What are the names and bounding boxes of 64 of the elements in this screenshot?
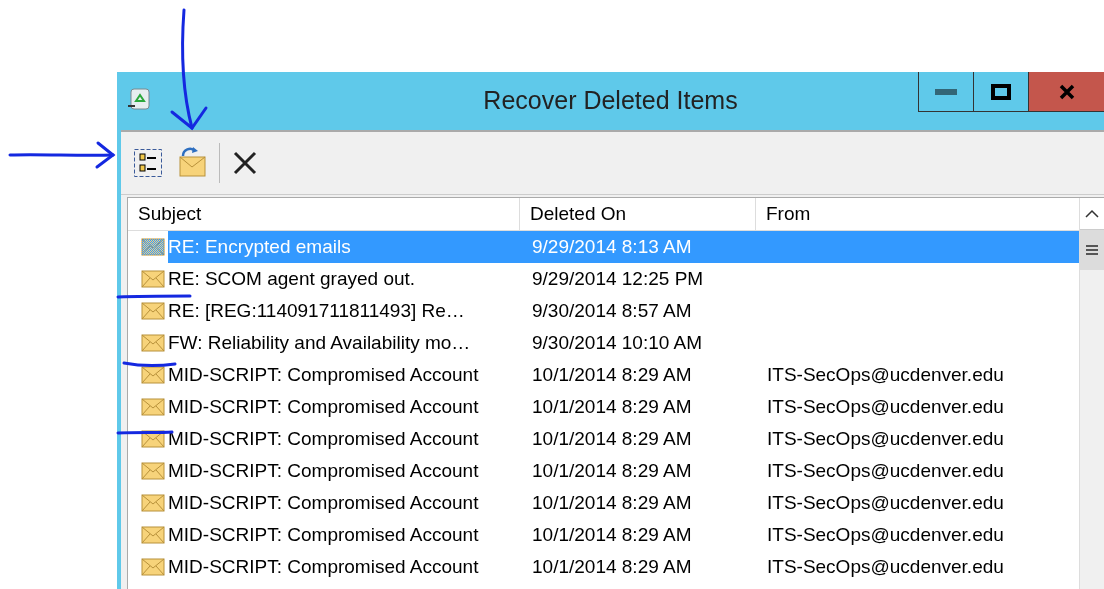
date-cell-text: 10/1/2014 8:29 AM: [531, 396, 693, 418]
envelope-icon: [141, 237, 165, 257]
date-cell-text: 10/1/2014 8:29 AM: [531, 524, 693, 546]
grip-icon: [1085, 244, 1099, 256]
subject-cell-text: RE: SCOM agent grayed out.: [168, 268, 417, 290]
close-icon: [1058, 83, 1075, 100]
subject-cell-text: RE: Encrypted emails: [168, 236, 352, 258]
date-cell-text: 9/30/2014 8:57 AM: [531, 300, 693, 322]
subject-cell-text: MID-SCRIPT: Compromised Account: [168, 524, 480, 546]
selection-highlight[interactable]: RE: SCOM agent grayed out. 9/29/2014 12:25 PM: [168, 263, 1080, 295]
envelope-icon: [141, 493, 165, 513]
sender-cell: ITS-SecOps@ucdenver.edu: [767, 556, 1004, 578]
date-cell-text: 10/1/2014 8:29 AM: [531, 492, 693, 514]
envelope-icon: [141, 269, 165, 289]
subject-cell-text: MID-SCRIPT: Compromised Account: [168, 460, 480, 482]
select-all-button[interactable]: [131, 146, 165, 180]
envelope-icon: [141, 301, 165, 321]
date-cell-text: 9/30/2014 10:10 AM: [531, 332, 704, 354]
subject-cell-text: MID-SCRIPT: Compromised Account: [168, 492, 480, 514]
subject-cell-text: MID-SCRIPT: Compromised Account: [168, 428, 480, 450]
date-cell-text: 9/29/2014 8:13 AM: [531, 236, 693, 258]
underline-mark: [122, 361, 177, 367]
envelope-icon: [141, 525, 165, 545]
selection-highlight[interactable]: RE: [REG:114091711811493] Re… 9/30/2014 8:57 AM: [168, 295, 1080, 327]
envelope-icon: [141, 557, 165, 577]
selection-highlight[interactable]: FW: Reliability and Availability mo… 9/30/2014 10:10 AM: [168, 327, 1080, 359]
subject-cell-text: FW: Reliability and Availability mo…: [168, 332, 472, 354]
minimize-icon: [935, 88, 957, 95]
selection-highlight[interactable]: MID-SCRIPT: Compromised Account 10/1/2014 8:29 AM ITS-SecOps@ucdenver.edu: [168, 519, 1080, 551]
sender-cell: ITS-SecOps@ucdenver.edu: [767, 492, 1004, 514]
subject-cell-text: MID-SCRIPT: Compromised Account: [168, 556, 480, 578]
envelope-icon: [141, 397, 165, 417]
selection-highlight[interactable]: MID-SCRIPT: Compromised Account 10/1/2014 8:29 AM ITS-SecOps@ucdenver.edu: [168, 487, 1080, 519]
scrollbar[interactable]: [1079, 198, 1104, 589]
close-icon: [232, 150, 258, 176]
envelope-refresh-icon: [177, 147, 207, 179]
envelope-icon: [141, 461, 165, 481]
sender-cell: ITS-SecOps@ucdenver.edu: [767, 364, 1004, 386]
sender-cell: ITS-SecOps@ucdenver.edu: [767, 428, 1004, 450]
maximize-icon: [991, 83, 1011, 100]
sender-cell: ITS-SecOps@ucdenver.edu: [767, 396, 1004, 418]
chevron-up-icon: [1085, 209, 1099, 218]
envelope-icon: [141, 333, 165, 353]
subject-cell-text: RE: [REG:114091711811493] Re…: [168, 300, 466, 322]
date-cell-text: 10/1/2014 8:29 AM: [531, 556, 693, 578]
maximize-button[interactable]: [973, 72, 1028, 112]
envelope-icon: [141, 365, 165, 385]
date-cell-text: 9/29/2014 12:25 PM: [531, 268, 705, 290]
list-select-icon: [133, 148, 163, 178]
selection-highlight[interactable]: MID-SCRIPT: Compromised Account 10/1/2014 8:29 AM ITS-SecOps@ucdenver.edu: [168, 423, 1080, 455]
subject-cell-text: MID-SCRIPT: Compromised Account: [168, 396, 480, 418]
date-cell-text: 10/1/2014 8:29 AM: [531, 428, 693, 450]
date-cell-text: 10/1/2014 8:29 AM: [531, 364, 693, 386]
window-title: Recover Deleted Items: [483, 86, 738, 114]
sender-cell: ITS-SecOps@ucdenver.edu: [767, 524, 1004, 546]
minimize-button[interactable]: [918, 72, 973, 112]
selection-highlight[interactable]: MID-SCRIPT: Compromised Account 10/1/2014 8:29 AM ITS-SecOps@ucdenver.edu: [168, 455, 1080, 487]
sender-cell: ITS-SecOps@ucdenver.edu: [767, 460, 1004, 482]
selection-highlight[interactable]: MID-SCRIPT: Compromised Account 10/1/2014 8:29 AM ITS-SecOps@ucdenver.edu: [168, 551, 1080, 583]
close-button[interactable]: [1028, 72, 1104, 112]
subject-cell-text: MID-SCRIPT: Compromised Account: [168, 364, 480, 386]
selection-highlight[interactable]: MID-SCRIPT: Compromised Account 10/1/2014 8:29 AM ITS-SecOps@ucdenver.edu: [168, 391, 1080, 423]
selection-highlight[interactable]: MID-SCRIPT: Compromised Account 10/1/2014 8:29 AM ITS-SecOps@ucdenver.edu: [168, 359, 1080, 391]
date-cell-text: 10/1/2014 8:29 AM: [531, 460, 693, 482]
